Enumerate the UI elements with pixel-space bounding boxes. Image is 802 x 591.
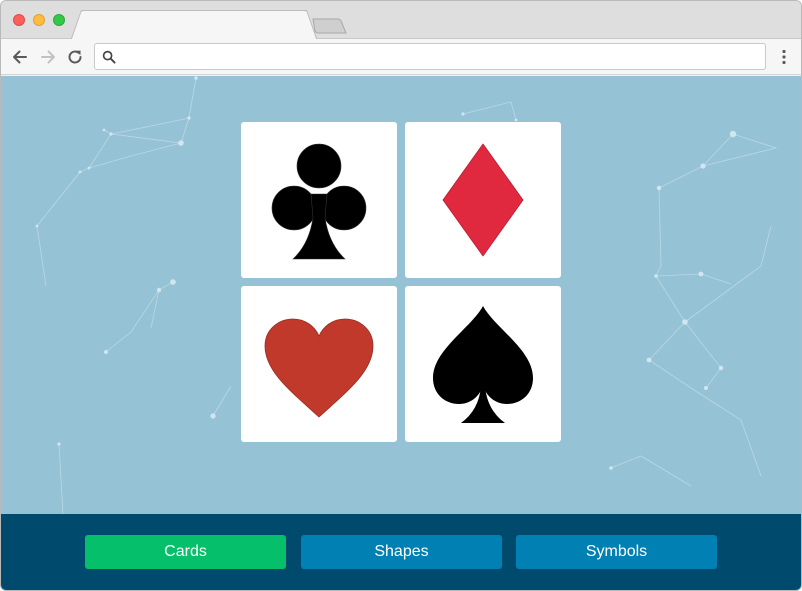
- card-hearts[interactable]: [241, 286, 397, 442]
- diamond-icon: [442, 143, 524, 257]
- card-diamonds[interactable]: [405, 122, 561, 278]
- active-tab[interactable]: [71, 10, 317, 40]
- symbols-button[interactable]: Symbols: [516, 535, 717, 569]
- close-window-button[interactable]: [13, 14, 25, 26]
- address-bar[interactable]: [94, 43, 766, 70]
- shapes-button[interactable]: Shapes: [301, 535, 502, 569]
- arrow-right-icon[interactable]: [38, 47, 58, 67]
- browser-toolbar: [1, 39, 801, 75]
- constellation-background: [35, 76, 778, 514]
- page-content: [1, 76, 801, 514]
- minimize-window-button[interactable]: [33, 14, 45, 26]
- cards-button[interactable]: Cards: [85, 535, 286, 569]
- maximize-window-button[interactable]: [53, 14, 65, 26]
- spade-icon: [433, 306, 533, 423]
- reload-icon[interactable]: [65, 47, 85, 67]
- address-input[interactable]: [121, 47, 757, 66]
- new-tab-button[interactable]: [312, 18, 347, 34]
- club-icon: [271, 143, 367, 260]
- card-clubs[interactable]: [241, 122, 397, 278]
- card-spades[interactable]: [405, 286, 561, 442]
- search-icon: [102, 50, 116, 64]
- arrow-left-icon[interactable]: [10, 47, 30, 67]
- kebab-menu-icon[interactable]: [775, 48, 793, 66]
- tab-strip: [1, 1, 801, 40]
- heart-icon: [264, 318, 374, 418]
- browser-window: Cards Shapes Symbols: [0, 0, 802, 591]
- footer-bar: Cards Shapes Symbols: [1, 514, 801, 590]
